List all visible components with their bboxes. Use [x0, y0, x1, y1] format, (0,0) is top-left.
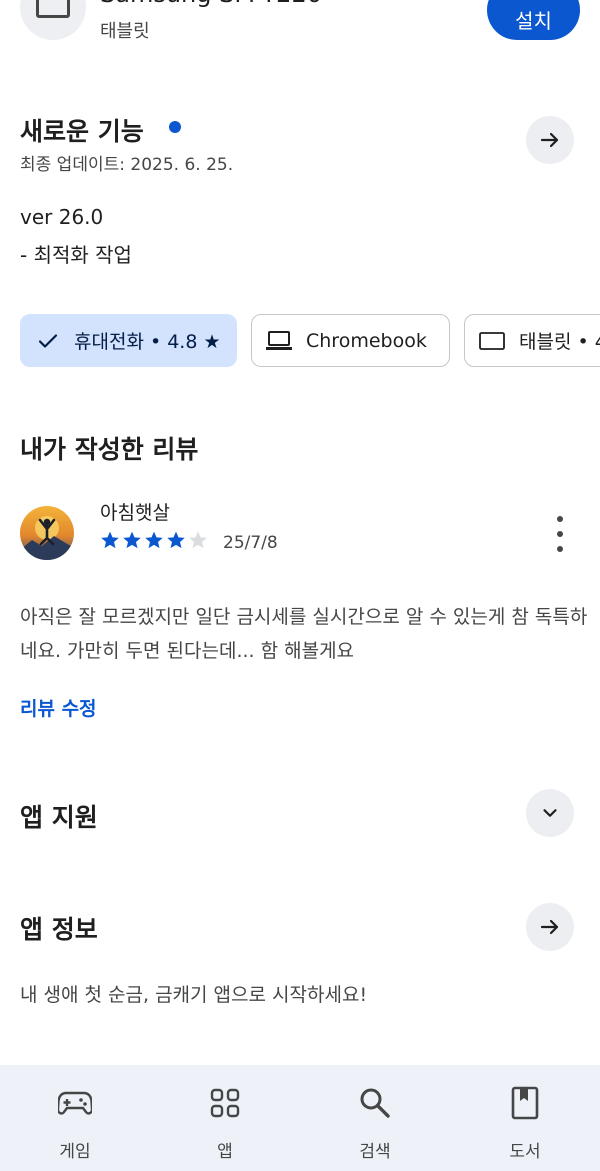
nav-games[interactable]: 게임	[0, 1065, 150, 1171]
app-support-expand-button[interactable]	[526, 789, 574, 837]
tablet-device-icon	[20, 0, 86, 40]
gamepad-icon	[58, 1085, 92, 1121]
release-note: - 최적화 작업	[20, 243, 132, 267]
chip-tablet-label: 태블릿 • 4	[519, 331, 600, 353]
arrow-right-icon	[540, 132, 559, 148]
nav-search-label: 검색	[359, 1142, 391, 1162]
device-name: Samsung SM-T220	[100, 0, 322, 8]
check-icon	[36, 329, 60, 353]
whats-new-arrow-button[interactable]	[526, 116, 574, 164]
star-filled-icon	[167, 531, 185, 549]
device-row: Samsung SM-T220 태블릿 설치	[0, 0, 600, 60]
app-description: 내 생애 첫 순금, 금캐기 앱으로 시작하세요!	[20, 984, 368, 1006]
edit-review-link[interactable]: 리뷰 수정	[20, 694, 97, 721]
chip-phone-label: 휴대전화 • 4.8 ★	[74, 331, 221, 353]
chip-phone[interactable]: 휴대전화 • 4.8 ★	[20, 314, 237, 367]
review-text: 아직은 잘 모르겠지만 일단 금시세를 실시간으로 알 수 있는게 참 독특하네…	[20, 606, 588, 662]
chip-tablet[interactable]: 태블릿 • 4	[464, 314, 600, 367]
version-text: ver 26.0	[20, 205, 104, 229]
star-filled-icon	[123, 531, 141, 549]
whats-new-title: 새로운 기능	[20, 117, 144, 146]
chip-chromebook-label: Chromebook	[306, 329, 427, 352]
install-button[interactable]: 설치	[487, 0, 580, 40]
nav-apps[interactable]: 앱	[150, 1065, 300, 1171]
nav-books-label: 도서	[509, 1142, 541, 1162]
app-info-arrow-button[interactable]	[526, 903, 574, 951]
nav-apps-label: 앱	[217, 1142, 233, 1162]
nav-search[interactable]: 검색	[300, 1065, 450, 1171]
device-type: 태블릿	[100, 21, 150, 42]
chevron-down-icon	[543, 809, 557, 817]
arrow-right-icon	[540, 919, 559, 935]
my-review-title: 내가 작성한 리뷰	[20, 435, 199, 464]
search-icon	[359, 1085, 391, 1121]
avatar	[20, 506, 74, 560]
more-options-icon[interactable]	[548, 516, 572, 552]
new-indicator-dot	[169, 121, 181, 133]
nav-games-label: 게임	[59, 1142, 91, 1162]
star-filled-icon	[145, 531, 163, 549]
star-rating	[100, 530, 208, 550]
star-empty-icon	[189, 531, 207, 549]
chip-chromebook[interactable]: Chromebook	[251, 314, 450, 367]
bottom-navigation: 게임 앱 검색 도서	[0, 1065, 600, 1171]
nav-books[interactable]: 도서	[450, 1065, 600, 1171]
reviewer-name: 아침햇살	[100, 502, 170, 524]
app-info-title: 앱 정보	[20, 915, 98, 944]
star-filled-icon	[101, 531, 119, 549]
tablet-icon	[479, 331, 505, 351]
app-support-title: 앱 지원	[20, 803, 98, 832]
last-updated-text: 최종 업데이트: 2025. 6. 25.	[20, 155, 234, 175]
laptop-icon	[266, 330, 292, 352]
apps-grid-icon	[210, 1085, 240, 1121]
review-date: 25/7/8	[223, 533, 278, 553]
book-icon	[511, 1085, 539, 1121]
